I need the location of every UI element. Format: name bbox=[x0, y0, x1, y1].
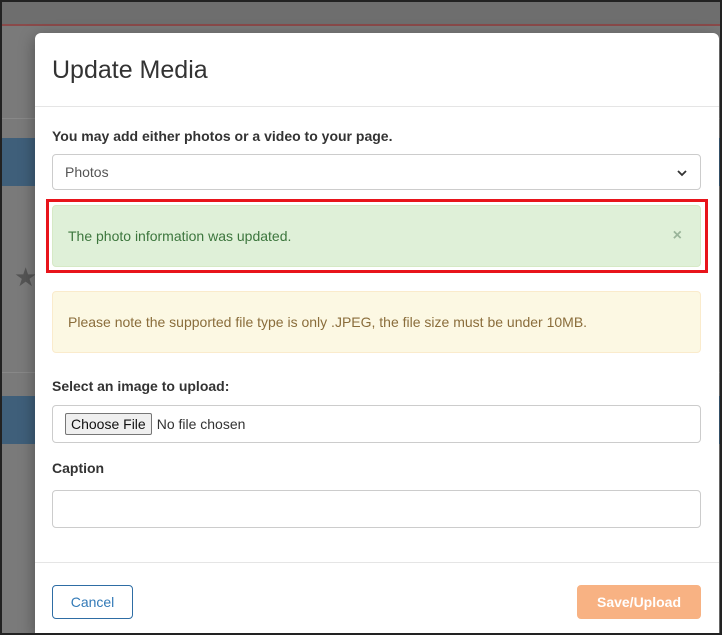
file-upload-field[interactable]: Choose File No file chosen bbox=[52, 405, 701, 443]
cancel-button[interactable]: Cancel bbox=[52, 585, 133, 619]
warning-alert-message: Please note the supported file type is o… bbox=[68, 314, 588, 330]
choose-file-button[interactable]: Choose File bbox=[65, 413, 152, 435]
upload-label: Select an image to upload: bbox=[52, 378, 230, 394]
file-status-text: No file chosen bbox=[156, 416, 246, 432]
success-alert: The photo information was updated. × bbox=[46, 199, 708, 273]
caption-label: Caption bbox=[52, 460, 105, 476]
media-type-selected-value: Photos bbox=[65, 164, 109, 180]
modal-body: You may add either photos or a video to … bbox=[35, 107, 719, 528]
success-alert-message: The photo information was updated. bbox=[68, 228, 292, 244]
star-icon: ★ bbox=[14, 262, 38, 292]
background-panel bbox=[0, 138, 40, 186]
media-type-label: You may add either photos or a video to … bbox=[52, 128, 393, 144]
caption-input[interactable] bbox=[52, 490, 701, 528]
modal-header: Update Media bbox=[35, 33, 719, 107]
chevron-down-icon bbox=[676, 166, 688, 178]
media-type-select[interactable]: Photos bbox=[52, 154, 701, 190]
save-upload-button[interactable]: Save/Upload bbox=[577, 585, 701, 619]
update-media-modal: Update Media You may add either photos o… bbox=[35, 33, 719, 635]
file-type-warning-alert: Please note the supported file type is o… bbox=[52, 291, 701, 353]
modal-title: Update Media bbox=[52, 56, 208, 84]
modal-footer: Cancel Save/Upload bbox=[35, 562, 719, 635]
close-icon[interactable]: × bbox=[673, 228, 682, 244]
background-topbar bbox=[0, 0, 722, 26]
background-panel bbox=[0, 396, 40, 444]
